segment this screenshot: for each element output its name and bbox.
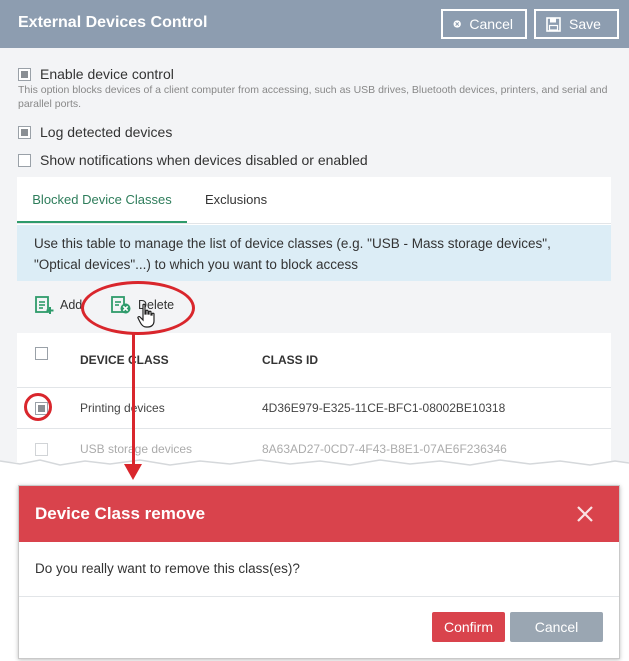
delete-highlight-circle xyxy=(81,281,195,335)
save-button[interactable]: Save xyxy=(534,9,619,39)
tab-bar: Blocked Device Classes Exclusions xyxy=(17,177,611,224)
enable-device-control-label: Enable device control xyxy=(40,66,174,82)
close-icon[interactable] xyxy=(575,504,595,524)
callout-arrow-head xyxy=(124,464,142,480)
page-title: External Devices Control xyxy=(18,14,208,31)
callout-arrow xyxy=(132,334,135,466)
panel-header: External Devices Control Cancel Save xyxy=(0,0,629,48)
cancel-button-label: Cancel xyxy=(469,16,513,32)
select-all-checkbox[interactable] xyxy=(35,347,48,360)
tab-blocked-device-classes[interactable]: Blocked Device Classes xyxy=(17,177,187,223)
table-row[interactable]: Printing devices 4D36E979-E325-11CE-BFC1… xyxy=(17,388,611,429)
show-notifications-checkbox[interactable] xyxy=(18,153,31,167)
cancel-button[interactable]: Cancel xyxy=(441,9,527,39)
add-button-label: Add xyxy=(60,298,83,312)
device-class-cell: Printing devices xyxy=(80,401,165,415)
log-detected-devices-option[interactable]: Log detected devices xyxy=(18,124,172,140)
external-devices-panel: External Devices Control Cancel Save Ena… xyxy=(0,0,629,462)
dialog-message: Do you really want to remove this class(… xyxy=(35,561,300,576)
checkbox-highlight-circle xyxy=(24,393,52,421)
enable-device-control-checkbox[interactable] xyxy=(18,67,31,81)
dialog-cancel-button[interactable]: Cancel xyxy=(510,612,603,642)
device-class-cell: USB storage devices xyxy=(80,442,193,456)
table-header: DEVICE CLASS CLASS ID xyxy=(17,333,611,388)
device-class-remove-dialog: Device Class remove Do you really want t… xyxy=(18,485,620,659)
confirm-button[interactable]: Confirm xyxy=(432,612,505,642)
dialog-divider xyxy=(19,596,619,597)
tab-exclusions[interactable]: Exclusions xyxy=(205,177,267,223)
show-notifications-option[interactable]: Show notifications when devices disabled… xyxy=(18,152,368,168)
save-icon xyxy=(546,16,561,32)
info-banner: Use this table to manage the list of dev… xyxy=(17,225,611,281)
torn-edge xyxy=(0,459,629,483)
dialog-title: Device Class remove xyxy=(35,504,206,523)
class-id-cell: 8A63AD27-0CD7-4F43-B8E1-07AE6F236346 xyxy=(262,442,507,456)
save-button-label: Save xyxy=(569,16,601,32)
column-class-id: CLASS ID xyxy=(262,353,319,367)
dialog-header: Device Class remove xyxy=(19,486,619,542)
column-device-class: DEVICE CLASS xyxy=(80,353,169,367)
add-list-icon xyxy=(35,296,54,314)
cancel-icon xyxy=(453,20,461,28)
device-control-description: This option blocks devices of a client c… xyxy=(18,84,608,110)
log-detected-devices-label: Log detected devices xyxy=(40,124,173,140)
show-notifications-label: Show notifications when devices disabled… xyxy=(40,152,368,168)
class-id-cell: 4D36E979-E325-11CE-BFC1-08002BE10318 xyxy=(262,401,506,415)
enable-device-control-option[interactable]: Enable device control xyxy=(18,66,174,82)
log-detected-devices-checkbox[interactable] xyxy=(18,125,31,139)
add-button[interactable]: Add xyxy=(34,295,82,315)
